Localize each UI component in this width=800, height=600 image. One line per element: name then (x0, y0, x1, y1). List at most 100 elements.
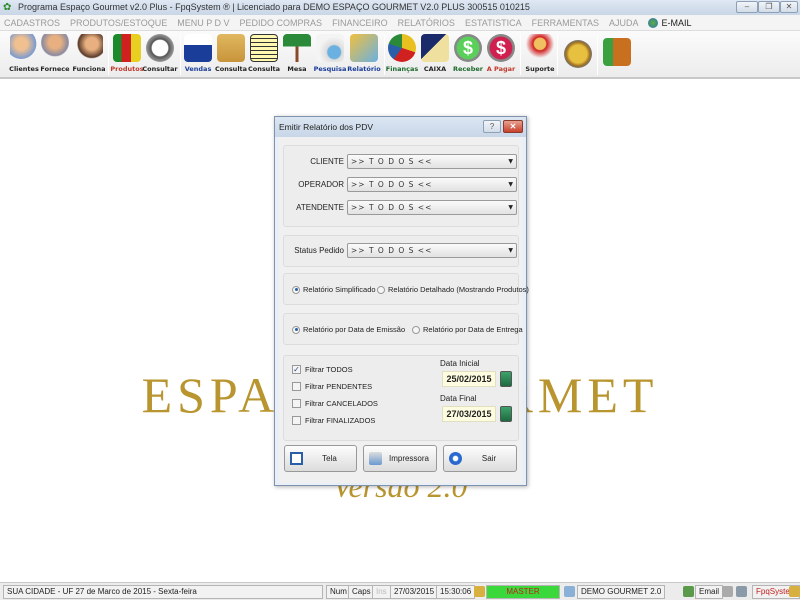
app-icon: ✿ (3, 2, 12, 13)
cliente-select[interactable]: >> T O D O S << ▼ (347, 154, 517, 169)
radio-data-emissao[interactable]: Relatório por Data de Emissão (292, 325, 405, 334)
tela-label: Tela (322, 454, 337, 463)
checkbox-icon (292, 399, 301, 408)
menu-relatorios[interactable]: RELATÓRIOS (398, 18, 455, 28)
status-location: SUA CIDADE - UF 27 de Marco de 2015 - Se… (3, 585, 323, 599)
menu-pedido-compras[interactable]: PEDIDO COMPRAS (240, 18, 323, 28)
sair-label: Sair (481, 454, 497, 463)
checkbox-icon (292, 382, 301, 391)
toolbar-exit[interactable] (600, 34, 634, 76)
radio-label: Relatório por Data de Emissão (303, 325, 406, 334)
cliente-value: >> T O D O S << (351, 157, 433, 166)
receive-money-icon: $ (454, 34, 482, 62)
chevron-down-icon: ▼ (508, 158, 513, 165)
calendar-icon[interactable] (500, 406, 512, 422)
chevron-down-icon: ▼ (508, 204, 513, 211)
toolbar-a-pagar[interactable]: $ A Pagar (484, 34, 518, 76)
report-type-group: Relatório Simplificado Relatório Detalha… (283, 273, 529, 305)
support-icon (526, 34, 554, 62)
menu-pdv[interactable]: MENU P D V (177, 18, 229, 28)
checkbox-finalizados[interactable]: Filtrar FINALIZADOS (292, 416, 375, 425)
dialog-close-button[interactable]: ✕ (503, 120, 523, 133)
end-date-input[interactable]: 27/03/2015 (442, 406, 496, 422)
employee-icon (75, 34, 103, 62)
toolbar-coin[interactable] (561, 34, 595, 76)
close-button[interactable]: ✕ (780, 1, 798, 13)
exit-door-icon (603, 38, 631, 66)
status-user: MASTER (486, 585, 560, 599)
help-button[interactable]: ? (483, 120, 501, 133)
arrow-right-icon (449, 452, 462, 465)
menu-estatistica[interactable]: ESTATISTICA (465, 18, 522, 28)
status-group: Status Pedido >> T O D O S << ▼ (283, 235, 519, 267)
tela-button[interactable]: Tela (284, 445, 357, 472)
table-icon (283, 34, 311, 62)
email-icon[interactable] (683, 586, 694, 597)
cash-book-icon (421, 34, 449, 62)
sair-button[interactable]: Sair (443, 445, 517, 472)
company-icon (564, 586, 575, 597)
status-caps: Caps (348, 585, 375, 599)
search-icon (316, 34, 344, 62)
chevron-down-icon: ▼ (508, 247, 513, 254)
toolbar-suporte[interactable]: Suporte (523, 34, 557, 76)
operador-select[interactable]: >> T O D O S << ▼ (347, 177, 517, 192)
menu-ajuda[interactable]: AJUDA (609, 18, 639, 28)
title-bar: ✿ Programa Espaço Gourmet v2.0 Plus - Fp… (0, 0, 800, 15)
radio-detalhado[interactable]: Relatório Detalhado (Mostrando Produtos) (377, 285, 529, 294)
end-date-label: Data Final (440, 394, 477, 403)
checkbox-cancelados[interactable]: Filtrar CANCELADOS (292, 399, 378, 408)
radio-label: Relatório por Data de Entrega (423, 325, 523, 334)
printer-icon[interactable] (722, 586, 733, 597)
filters-group: CLIENTE >> T O D O S << ▼ OPERADOR >> T O… (283, 145, 519, 227)
checkbox-icon (292, 416, 301, 425)
checkbox-pendentes[interactable]: Filtrar PENDENTES (292, 382, 372, 391)
receipt-icon (250, 34, 278, 62)
dialog-body: CLIENTE >> T O D O S << ▼ OPERADOR >> T O… (279, 137, 529, 483)
status-email[interactable]: Email (695, 585, 724, 599)
status-filter-group: ✓ Filtrar TODOS Filtrar PENDENTES Filtrar… (283, 355, 519, 441)
impressora-label: Impressora (388, 454, 429, 463)
status-bar: SUA CIDADE - UF 27 de Marco de 2015 - Se… (0, 582, 800, 600)
menu-email[interactable]: E-MAIL (648, 17, 692, 28)
restore-button[interactable]: ❐ (758, 1, 780, 13)
status-ins: Ins (372, 585, 391, 599)
atendente-select[interactable]: >> T O D O S << ▼ (347, 200, 517, 215)
toolbar-funciona[interactable]: Funciona (72, 34, 106, 76)
toolbar-consultar[interactable]: Consultar (142, 34, 178, 76)
checkbox-label: Filtrar TODOS (305, 365, 353, 374)
pay-money-icon: $ (487, 34, 515, 62)
radio-simplificado[interactable]: Relatório Simplificado (292, 285, 376, 294)
radio-data-entrega[interactable]: Relatório por Data de Entrega (412, 325, 523, 334)
finance-icon (388, 34, 416, 62)
file-drawer-icon (217, 34, 245, 62)
menu-email-label: E-MAIL (661, 17, 692, 28)
radio-label: Relatório Simplificado (303, 285, 376, 294)
atendente-label: ATENDENTE (296, 203, 344, 212)
minimize-button[interactable]: – (736, 1, 758, 13)
radio-icon (412, 325, 420, 334)
menu-produtos-estoque[interactable]: PRODUTOS/ESTOQUE (70, 18, 167, 28)
radio-label: Relatório Detalhado (Mostrando Produtos) (388, 285, 529, 294)
menu-cadastros[interactable]: CADASTROS (4, 18, 60, 28)
start-date-input[interactable]: 25/02/2015 (442, 371, 496, 387)
menu-financeiro[interactable]: FINANCEIRO (332, 18, 388, 28)
toolbar-relatorio[interactable]: Relatório (347, 34, 381, 76)
calendar-icon[interactable] (500, 371, 512, 387)
products-icon (113, 34, 141, 62)
user-icon (789, 586, 800, 597)
network-icon[interactable] (736, 586, 747, 597)
impressora-button[interactable]: Impressora (363, 445, 437, 472)
status-date: 27/03/2015 (390, 585, 439, 599)
users-icon (10, 34, 38, 62)
start-date-label: Data Inicial (440, 359, 480, 368)
date-type-group: Relatório por Data de Emissão Relatório … (283, 313, 523, 345)
report-icon (350, 34, 378, 62)
checkbox-todos[interactable]: ✓ Filtrar TODOS (292, 365, 353, 374)
menu-ferramentas[interactable]: FERRAMENTAS (532, 18, 599, 28)
barcode-icon (146, 34, 174, 62)
checkbox-label: Filtrar FINALIZADOS (305, 416, 376, 425)
toolbar: Clientes Fornece Funciona Produtos Consu… (0, 31, 800, 79)
coin-icon (564, 40, 592, 68)
status-select[interactable]: >> T O D O S << ▼ (347, 243, 517, 258)
